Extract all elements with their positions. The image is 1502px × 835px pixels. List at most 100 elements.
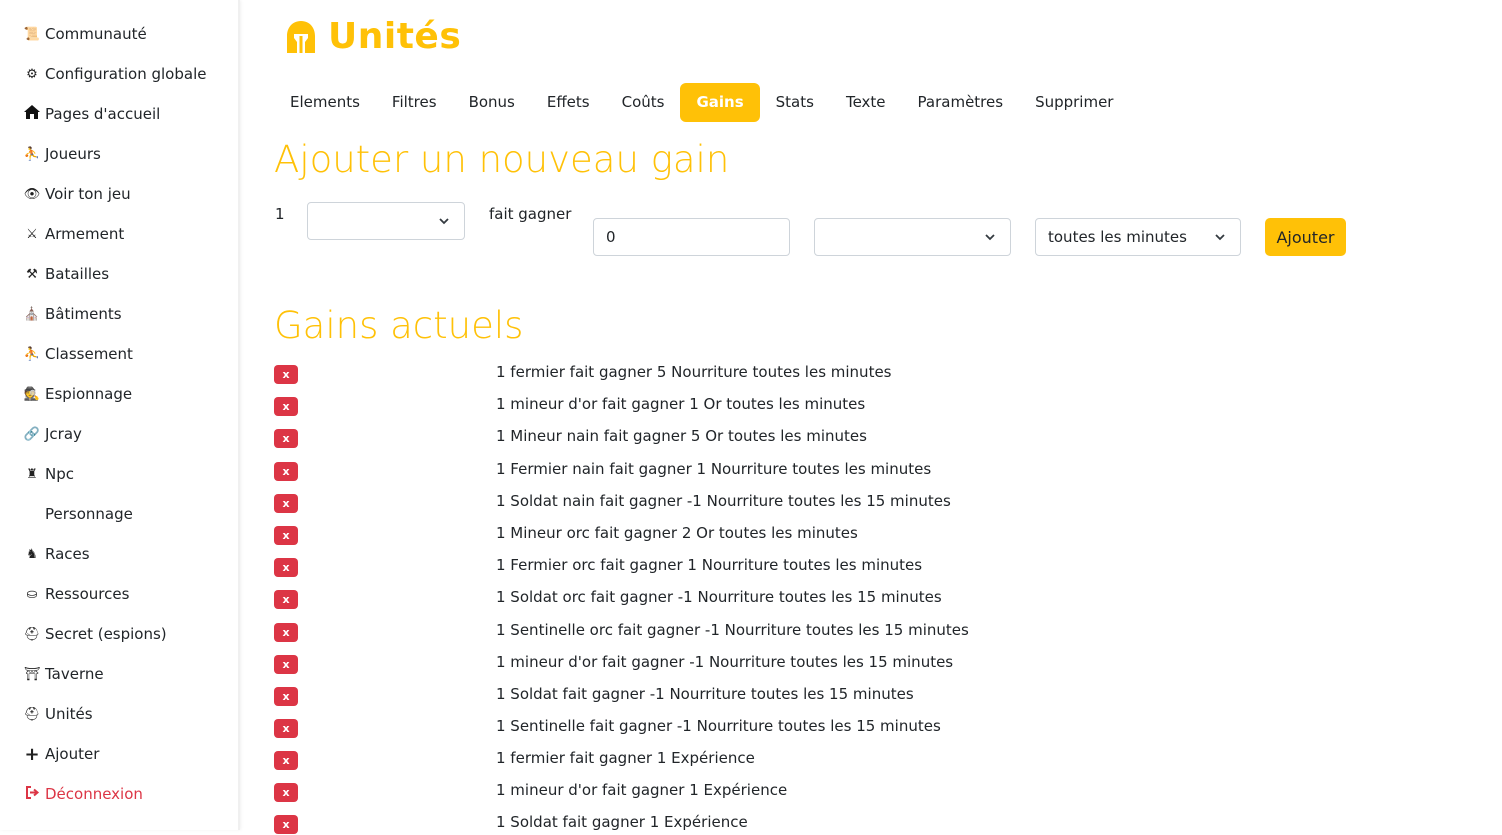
sidebar-item-configuration-globale[interactable]: ⚙ Configuration globale [22, 62, 206, 86]
gain-description: 1 Sentinelle orc fait gagner -1 Nourritu… [496, 621, 969, 639]
delete-gain-button[interactable]: x [274, 526, 298, 545]
chevron-down-icon [985, 234, 995, 241]
sidebar-item-label: Taverne [45, 665, 104, 683]
sidebar-item-batiments[interactable]: ⛪ Bâtiments [22, 302, 122, 326]
delete-gain-button[interactable]: x [274, 397, 298, 416]
frequency-select-value: toutes les minutes [1048, 228, 1187, 246]
building-icon: ⛪ [23, 306, 41, 322]
amount-input[interactable]: 0 [593, 218, 790, 256]
delete-gain-button[interactable]: x [274, 751, 298, 770]
sidebar-item-ressources[interactable]: ⛀ Ressources [22, 582, 130, 606]
sidebar-item-pages-accueil[interactable]: Pages d'accueil [22, 102, 160, 126]
ranking-icon: ⛹ [23, 346, 41, 362]
people-icon: ⛹ [23, 146, 41, 162]
home-icon [22, 105, 42, 123]
delete-gain-button[interactable]: x [274, 558, 298, 577]
sidebar-item-label: Classement [45, 345, 133, 363]
sidebar-item-npc[interactable]: ♜ Npc [22, 462, 74, 486]
unit-select[interactable] [307, 202, 465, 240]
current-gains-heading: Gains actuels [274, 304, 524, 347]
frequency-select[interactable]: toutes les minutes [1035, 218, 1241, 256]
add-gain-button[interactable]: Ajouter [1265, 218, 1346, 256]
gain-row: x 1 Sentinelle fait gagner -1 Nourriture … [274, 717, 1174, 739]
sidebar-item-armement[interactable]: ⚔ Armement [22, 222, 124, 246]
sidebar-item-jcray[interactable]: 🔗 Jcray [22, 422, 82, 446]
sidebar-item-label: Unités [45, 705, 93, 723]
gain-row: x 1 fermier fait gagner 5 Nourriture tout… [274, 363, 1174, 385]
amount-input-value: 0 [606, 228, 616, 246]
delete-gain-button[interactable]: x [274, 719, 298, 738]
delete-gain-button[interactable]: x [274, 590, 298, 609]
gain-description: 1 Soldat orc fait gagner -1 Nourriture t… [496, 588, 942, 606]
sidebar: 📜 Communauté ⚙ Configuration globale Pag… [0, 0, 240, 830]
sidebar-item-unites[interactable]: ⛑ Unités [22, 702, 93, 726]
sidebar-item-joueurs[interactable]: ⛹ Joueurs [22, 142, 101, 166]
tab-parametres[interactable]: Paramètres [902, 83, 1020, 122]
gives-label: fait gagner [489, 205, 572, 223]
logout-icon [22, 785, 42, 803]
tab-stats[interactable]: Stats [760, 83, 830, 122]
helmet-icon: ⛑ [23, 706, 41, 722]
gain-row: x 1 mineur d'or fait gagner -1 Nourriture… [274, 653, 1174, 675]
gain-description: 1 Fermier nain fait gagner 1 Nourriture … [496, 460, 932, 478]
link-icon: 🔗 [23, 426, 41, 442]
tab-texte[interactable]: Texte [830, 83, 902, 122]
eye-icon: 👁 [23, 186, 41, 202]
delete-gain-button[interactable]: x [274, 623, 298, 642]
tab-supprimer[interactable]: Supprimer [1019, 83, 1129, 122]
gear-horse-icon: ⚙ [26, 66, 38, 82]
sidebar-item-batailles[interactable]: ⚒ Batailles [22, 262, 109, 286]
page-title: Unités [328, 16, 462, 57]
chevron-down-icon [439, 218, 449, 225]
delete-gain-button[interactable]: x [274, 494, 298, 513]
sidebar-item-personnage[interactable]: Personnage [22, 502, 133, 526]
sidebar-item-deconnexion[interactable]: Déconnexion [22, 782, 143, 806]
gain-row: x 1 Sentinelle orc fait gagner -1 Nourrit… [274, 621, 1174, 643]
sidebar-item-label: Déconnexion [45, 785, 143, 803]
gain-row: x 1 Soldat nain fait gagner -1 Nourriture… [274, 492, 1174, 514]
sidebar-item-communaute[interactable]: 📜 Communauté [22, 22, 147, 46]
gain-row: x 1 Soldat fait gagner 1 Expérience [274, 813, 1174, 835]
sidebar-item-races[interactable]: ♞ Races [22, 542, 89, 566]
sidebar-item-label: Configuration globale [45, 65, 207, 83]
gain-row: x 1 Fermier nain fait gagner 1 Nourriture… [274, 460, 1174, 482]
tab-effets[interactable]: Effets [531, 83, 606, 122]
sidebar-item-ajouter[interactable]: + Ajouter [22, 742, 99, 766]
delete-gain-button[interactable]: x [274, 655, 298, 674]
gain-description: 1 fermier fait gagner 5 Nourriture toute… [496, 363, 892, 381]
delete-gain-button[interactable]: x [274, 429, 298, 448]
spartan-helmet-icon [287, 20, 315, 53]
gain-row: x 1 Soldat fait gagner -1 Nourriture tout… [274, 685, 1174, 707]
resources-icon: ⛀ [26, 586, 38, 602]
sidebar-item-label: Ressources [45, 585, 130, 603]
sidebar-item-taverne[interactable]: ⛩ Taverne [22, 662, 104, 686]
tab-elements[interactable]: Elements [274, 83, 376, 122]
tab-filtres[interactable]: Filtres [376, 83, 453, 122]
gain-row: x 1 mineur d'or fait gagner 1 Expérience [274, 781, 1174, 803]
spy-icon: 🕵 [23, 386, 41, 402]
gain-row: x 1 Fermier orc fait gagner 1 Nourriture … [274, 556, 1174, 578]
delete-gain-button[interactable]: x [274, 815, 298, 834]
tab-couts[interactable]: Coûts [606, 83, 681, 122]
delete-gain-button[interactable]: x [274, 365, 298, 384]
resource-select[interactable] [814, 218, 1011, 256]
sidebar-item-label: Pages d'accueil [45, 105, 161, 123]
sidebar-item-voir-ton-jeu[interactable]: 👁 Voir ton jeu [22, 182, 131, 206]
delete-gain-button[interactable]: x [274, 783, 298, 802]
races-icon: ♞ [26, 546, 38, 562]
gain-description: 1 Fermier orc fait gagner 1 Nourriture t… [496, 556, 923, 574]
sidebar-item-espionnage[interactable]: 🕵 Espionnage [22, 382, 132, 406]
sidebar-item-secret-espions[interactable]: ⛑ Secret (espions) [22, 622, 167, 646]
delete-gain-button[interactable]: x [274, 687, 298, 706]
sidebar-item-classement[interactable]: ⛹ Classement [22, 342, 133, 366]
sidebar-item-label: Joueurs [45, 145, 101, 163]
tab-gains[interactable]: Gains [680, 83, 760, 122]
sidebar-item-label: Armement [45, 225, 125, 243]
sidebar-item-label: Ajouter [45, 745, 100, 763]
delete-gain-button[interactable]: x [274, 462, 298, 481]
gain-description: 1 mineur d'or fait gagner 1 Expérience [496, 781, 788, 799]
gain-description: 1 Mineur nain fait gagner 5 Or toutes le… [496, 427, 867, 445]
sidebar-item-label: Espionnage [45, 385, 133, 403]
gain-description: 1 mineur d'or fait gagner 1 Or toutes le… [496, 395, 866, 413]
tab-bonus[interactable]: Bonus [453, 83, 531, 122]
